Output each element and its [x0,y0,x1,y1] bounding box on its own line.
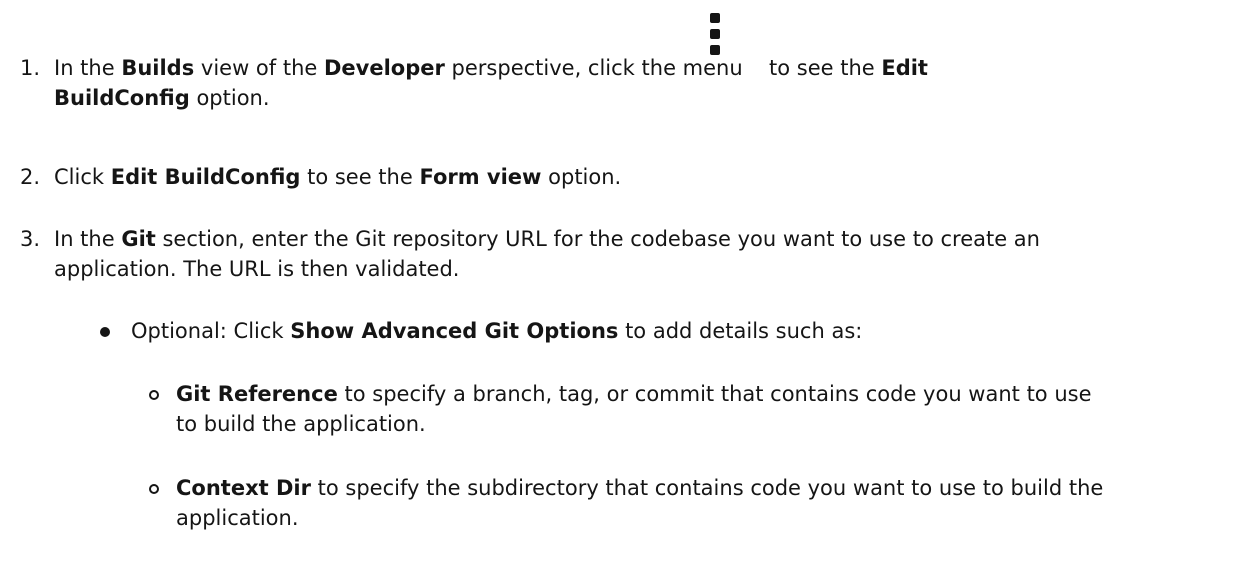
step-number: 2. [19,165,40,189]
step-text: In the Git section, enter the Git reposi… [54,224,1184,254]
ui-term-form-view: Form view [419,165,542,189]
sub-item-text-cont: application. [176,503,299,533]
sub-item-text-cont: to build the application. [176,409,426,439]
sub-item-git-reference: Git Reference to specify a branch, tag, … [0,379,1250,443]
text: perspective, click the menu [444,56,743,80]
ui-term-git: Git [121,227,156,251]
text: to add details such as: [618,319,863,343]
text: option. [189,86,270,110]
ui-term-context-dir: Context Dir [176,476,311,500]
text: option. [541,165,622,189]
step-1: 1. In the Builds view of the Developer p… [0,0,1250,110]
ui-term-developer: Developer [323,56,445,80]
step-text: Click Edit BuildConfig to see the Form v… [54,162,1184,192]
text: to specify the subdirectory that contain… [310,476,1104,500]
step-text: In the Builds view of the Developer pers… [54,53,1184,83]
ui-term-git-reference: Git Reference [176,382,338,406]
step-number: 1. [19,56,40,80]
ui-term-edit-buildconfig: Edit BuildConfig [110,165,301,189]
text: to see the [769,56,882,80]
bullet-icon [100,327,110,337]
sub-item-context-dir: Context Dir to specify the subdirectory … [0,473,1250,537]
text: Click [54,165,111,189]
step-2: 2. Click Edit BuildConfig to see the For… [0,162,1250,194]
text: to specify a branch, tag, or commit that… [337,382,1092,406]
step-3: 3. In the Git section, enter the Git rep… [0,224,1250,288]
text: application. The URL is then validated. [54,257,460,281]
sub-item-text: Context Dir to specify the subdirectory … [176,473,1103,503]
step-text-after-icon: to see the Edit [769,53,928,83]
text: In the [54,227,122,251]
circle-bullet-icon [149,390,159,400]
step-text-cont: application. The URL is then validated. [54,254,1184,284]
text: to build the application. [176,412,426,436]
step-text-cont: BuildConfig option. [54,83,270,113]
text: In the [54,56,122,80]
kebab-menu-icon [710,13,720,57]
ui-term-builds: Builds [121,56,195,80]
ui-term-edit: Edit [881,56,928,80]
text: to see the [300,165,420,189]
text: application. [176,506,299,530]
ui-term-buildconfig: BuildConfig [54,86,190,110]
text: view of the [194,56,324,80]
step-number: 3. [19,227,40,251]
text: Optional: Click [131,319,291,343]
bullet-item: Optional: Click Show Advanced Git Option… [0,316,1250,348]
sub-item-text: Git Reference to specify a branch, tag, … [176,379,1092,409]
ui-term-show-advanced-git-options: Show Advanced Git Options [290,319,619,343]
text: section, enter the Git repository URL fo… [155,227,1040,251]
bullet-text: Optional: Click Show Advanced Git Option… [131,316,862,346]
circle-bullet-icon [149,484,159,494]
